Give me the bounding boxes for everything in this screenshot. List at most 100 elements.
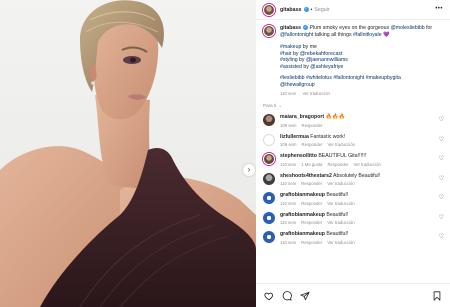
comment-time: 110 sem (280, 239, 297, 245)
commenter-username[interactable]: graftobianmakeup (280, 192, 325, 198)
comment-item: lizfullermua Fantastic work! 109 sem Resp… (263, 133, 444, 147)
like-comment-heart-icon[interactable]: ♡ (439, 215, 444, 221)
reply-button[interactable]: Responder (301, 201, 322, 206)
caption-author-avatar[interactable] (263, 25, 275, 37)
commenter-avatar[interactable] (263, 211, 275, 224)
comment-time: 110 sem (280, 161, 297, 167)
commenter-avatar[interactable] (263, 114, 275, 126)
commenter-avatar[interactable] (263, 172, 275, 185)
comment-text: BEAUTIFUL Gita!!!!!! (316, 153, 367, 159)
commenter-username[interactable]: lizfullermua (280, 134, 309, 140)
reply-button[interactable]: Responder (301, 220, 322, 225)
like-button[interactable] (263, 290, 275, 302)
translate-link[interactable]: Ver traducción (328, 142, 355, 147)
author-avatar[interactable] (263, 3, 275, 16)
commenter-username[interactable]: maiara_bragoport (280, 114, 324, 120)
like-comment-heart-icon[interactable]: ♡ (439, 234, 444, 240)
comment-time: 109 sem (280, 142, 297, 147)
like-comment-heart-icon[interactable]: ♡ (439, 195, 444, 201)
translate-link[interactable]: Ver traducción (327, 220, 354, 225)
commenter-username[interactable]: stephensollitto (280, 153, 317, 159)
credit-text: by me (301, 44, 317, 50)
mention-link[interactable]: @rebekahforecast (300, 51, 342, 57)
reply-button[interactable]: Responder (301, 240, 322, 245)
comment-item: maiara_bragoport 🔥🔥🔥 109 sem Responder ♡ (263, 114, 444, 128)
commenter-avatar[interactable] (263, 133, 275, 146)
post-actions-bar (256, 283, 450, 307)
credits-block: #makeup by me #hair by @rebekahforecast … (280, 44, 444, 70)
commenter-avatar[interactable] (263, 192, 275, 204)
more-options-icon[interactable]: ••• (435, 6, 443, 12)
post-header: gitabass ✓ • Seguir ••• (256, 0, 450, 20)
comment-bubble-icon (282, 290, 292, 301)
post-caption: gitabass ✓ Plum smoky eyes on the gorgeou… (263, 25, 444, 96)
caption-body: gitabass ✓ Plum smoky eyes on the gorgeou… (280, 25, 444, 96)
comment-text: Beautiful! (324, 231, 349, 237)
portrait-illustration (0, 0, 256, 307)
next-photo-button[interactable]: › (243, 164, 255, 176)
save-button[interactable] (431, 290, 443, 302)
comment-item: graftobianmakeup Beautiful! 110 sem Respo… (263, 211, 444, 225)
caption-username[interactable]: gitabass (280, 25, 301, 31)
hashtag-link[interactable]: #assisted (280, 64, 302, 70)
commenter-avatar[interactable] (263, 153, 275, 165)
caption-text: gitabass ✓ Plum smoky eyes on the gorgeou… (280, 25, 444, 39)
author-username[interactable]: gitabass (280, 7, 302, 13)
hashtag-link[interactable]: #makeup (280, 44, 301, 50)
for-you-label: Para ti (263, 103, 277, 108)
caption-time: 110 sem (280, 91, 297, 96)
caption-intro: Plum smoky eyes on the gorgeous (309, 25, 391, 31)
mention-link[interactable]: @thewallgroup (280, 82, 444, 89)
hashtag-link[interactable]: #styling (280, 57, 298, 63)
like-comment-heart-icon[interactable]: ♡ (439, 137, 444, 143)
translate-link[interactable]: Ver traducción (327, 240, 354, 245)
reply-button[interactable]: Responder (327, 162, 348, 167)
post-photo: › (0, 0, 256, 307)
reply-button[interactable]: Responder (301, 181, 322, 186)
reply-button[interactable]: Responder (301, 123, 322, 128)
translate-link[interactable]: Ver traducción (302, 91, 329, 96)
commenter-avatar[interactable] (263, 231, 275, 243)
verified-badge-icon: ✓ (303, 7, 309, 12)
comment-time: 110 sem (280, 181, 297, 186)
like-comment-heart-icon[interactable]: ♡ (439, 156, 444, 162)
commenter-username[interactable]: graftobianmakeup (280, 231, 325, 237)
translate-link[interactable]: Ver traducción (327, 181, 354, 186)
heart-icon (264, 292, 274, 300)
comment-time: 109 sem (280, 122, 297, 128)
comment-likes[interactable]: 1 Me gusta (301, 162, 322, 167)
for-you-filter[interactable]: Para ti ⌄ (263, 103, 444, 108)
bookmark-icon (433, 290, 441, 301)
like-comment-heart-icon[interactable]: ♡ (439, 117, 444, 123)
commenter-username[interactable]: sheshoots4thestars2 (280, 173, 332, 179)
comment-item: graftobianmakeup Beautiful! 110 sem Respo… (263, 231, 444, 245)
mention-link[interactable]: @fallontonight (280, 32, 313, 38)
like-comment-heart-icon[interactable]: ♡ (439, 176, 444, 182)
hashtag-link[interactable]: #hair (280, 51, 292, 57)
credit-text: by (291, 50, 300, 57)
translate-link[interactable]: Ver traducción (327, 201, 354, 206)
comment-time: 110 sem (280, 220, 297, 225)
share-button[interactable] (299, 290, 311, 302)
credit-text: by (297, 57, 306, 63)
follow-button[interactable]: Seguir (314, 7, 329, 13)
comment-item: stephensollitto BEAUTIFUL Gita!!!!!! 110… (263, 153, 444, 167)
purple-heart-emoji: 💜 (381, 32, 390, 38)
mention-link[interactable]: @jaenannwilliams (306, 57, 348, 63)
reply-button[interactable]: Responder (301, 142, 322, 147)
translate-link[interactable]: Ver traducción (353, 162, 380, 167)
chevron-down-icon: ⌄ (278, 103, 282, 108)
comment-item: graftobianmakeup Beautiful! 110 sem Respo… (263, 192, 444, 206)
comments-scroll-area[interactable]: gitabass ✓ Plum smoky eyes on the gorgeou… (256, 21, 450, 273)
comment-text: Fantastic work! (308, 133, 346, 140)
comment-item: sheshoots4thestars2 Absolutely Beautiful… (263, 172, 444, 186)
hashtag-link[interactable]: #fallnitloyale (353, 32, 382, 38)
mention-link[interactable]: @ashleyafriye (310, 64, 343, 70)
hashtags-block: #lesliebibb #whitelotus #fallontonight #… (280, 75, 444, 88)
mention-link[interactable]: @molesliebibb (391, 25, 425, 31)
commenter-username[interactable]: graftobianmakeup (280, 212, 325, 218)
comment-button[interactable] (281, 290, 293, 302)
chevron-right-icon: › (247, 165, 251, 174)
comment-text: Beautiful! (324, 211, 349, 218)
paper-plane-icon (300, 291, 310, 300)
